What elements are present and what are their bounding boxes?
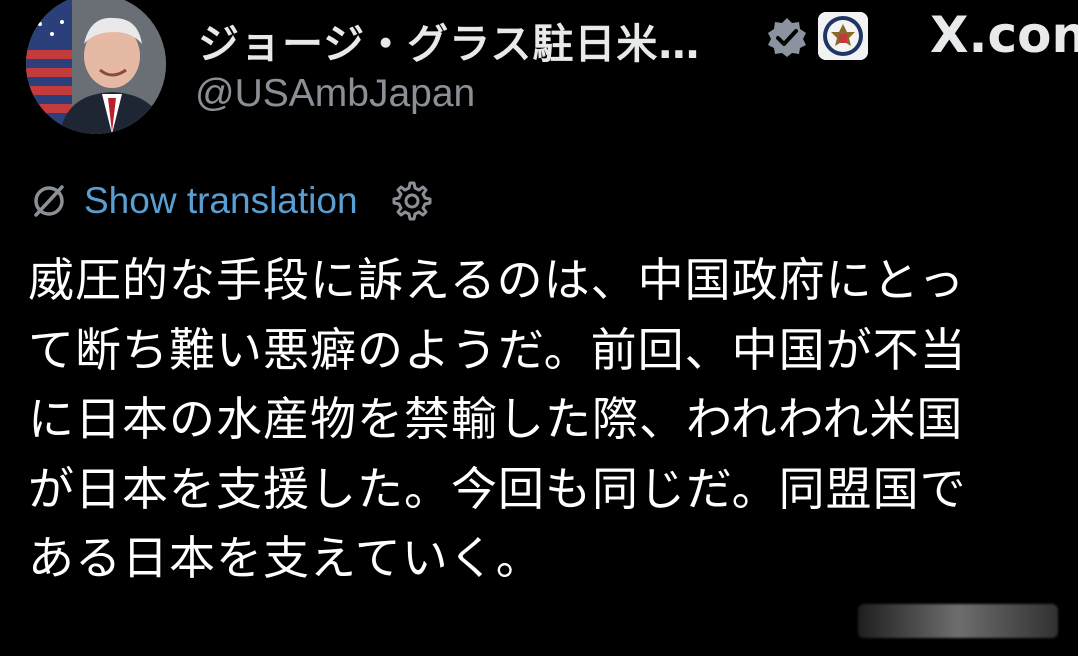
verified-badge-icon: [768, 18, 806, 57]
profile-avatar[interactable]: [26, 0, 166, 134]
tweet-line: が日本を支援した。今回も同じだ。同盟国で: [28, 461, 967, 516]
no-translate-icon: [34, 185, 64, 217]
display-name[interactable]: ジョージ・グラス駐日米…: [198, 10, 700, 70]
gear-icon[interactable]: [388, 179, 432, 223]
tweet-line: て断ち難い悪癖のようだ。前回、中国が不当: [28, 322, 967, 377]
user-handle[interactable]: @USAmbJapan: [195, 72, 475, 116]
x-brand-label: X.con: [930, 6, 1078, 64]
us-state-department-seal-icon: [818, 12, 868, 60]
blurred-watermark: [858, 604, 1058, 638]
avatar-photo: [26, 0, 166, 134]
show-translation-link[interactable]: Show translation: [84, 180, 358, 222]
tweet-body: 威圧的な手段に訴えるのは、中国政府にとっ て断ち難い悪癖のようだ。前回、中国が不…: [28, 246, 1078, 594]
translation-bar: Show translation: [30, 178, 432, 224]
tweet-line: 威圧的な手段に訴えるのは、中国政府にとっ: [28, 253, 966, 307]
tweet-line: ある日本を支えていく。: [28, 531, 543, 585]
tweet-line: に日本の水産物を禁輸した際、われわれ米国: [28, 392, 964, 446]
